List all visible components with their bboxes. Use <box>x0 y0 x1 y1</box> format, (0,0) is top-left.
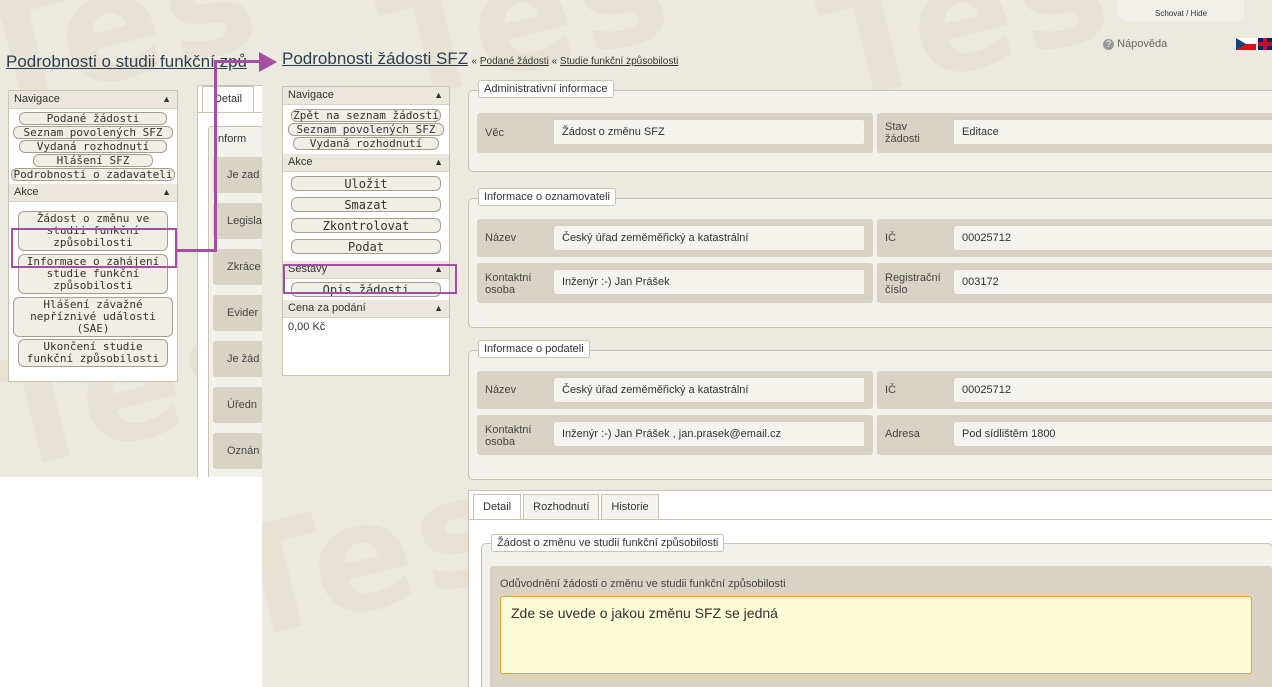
help-link[interactable]: ? Nápověda <box>1103 38 1167 50</box>
submitter-address-field[interactable]: Pod sídlištěm 1800 <box>953 421 1272 447</box>
notifier-reg-row: Registrační číslo 003172 <box>877 263 1272 303</box>
notifier-ic-row: IČ 00025712 <box>877 219 1272 257</box>
tab-bar: Detail Rozhodnutí Historie <box>473 494 661 519</box>
nav-sponsor-details[interactable]: Podrobnosti o zadavateli <box>11 168 175 181</box>
price-header[interactable]: Cena za podání ▲ <box>283 300 449 318</box>
delete-button[interactable]: Smazat <box>291 197 441 212</box>
notifier-contact-field[interactable]: Inženýr :-) Jan Prášek <box>553 269 865 295</box>
nav-issued-decisions[interactable]: Vydaná rozhodnutí <box>19 140 167 153</box>
issued-decisions-button[interactable]: Vydaná rozhodnutí <box>293 137 439 150</box>
czech-flag-icon[interactable] <box>1236 38 1256 50</box>
right-screenshot: Tes Tes Tes Schovat / Hide ? Nápověda Po… <box>262 0 1272 687</box>
request-legend: Žádost o změnu ve studii funkční způsobi… <box>491 534 725 552</box>
tab-detail[interactable]: Detail <box>202 86 254 113</box>
detail-panel: Detail Rozhodnutí Historie Odůvodnění žá… <box>468 490 1272 687</box>
state-row: Stav žádosti Editace <box>877 113 1272 153</box>
english-flag-icon[interactable] <box>1258 38 1272 50</box>
submitter-fieldset: Název Český úřad zeměměřický a katastrál… <box>468 350 1272 480</box>
tab-detail[interactable]: Detail <box>473 494 522 519</box>
sidebar: Navigace ▲ Zpět na seznam žádostí Seznam … <box>282 86 450 376</box>
collapse-icon[interactable]: ▲ <box>434 154 443 171</box>
notifier-name-field[interactable]: Český úřad zeměměřický a katastrální <box>553 225 865 251</box>
submitter-contact-field[interactable]: Inženýr :-) Jan Prášek , jan.prasek@emai… <box>553 421 865 447</box>
submitter-name-row: Název Český úřad zeměměřický a katastrál… <box>477 371 873 409</box>
actions-header[interactable]: Akce ▲ <box>9 184 177 202</box>
subject-field[interactable]: Žádost o změnu SFZ <box>553 119 865 145</box>
action-end-study[interactable]: Ukončení studie funkční způsobilosti <box>18 339 168 367</box>
detail-panel: Detail Inform Je zad Legisla Zkráce Evid… <box>197 85 262 477</box>
admin-legend: Administrativní informace <box>478 80 614 98</box>
notifier-reg-field[interactable]: 003172 <box>953 269 1272 295</box>
page-title[interactable]: Podrobnosti žádosti SFZ <box>282 49 468 68</box>
row: Je žád <box>213 341 262 377</box>
actions-header[interactable]: Akce ▲ <box>283 154 449 172</box>
nav-submitted-requests[interactable]: Podané žádosti <box>19 112 167 125</box>
connector-line <box>214 60 262 63</box>
row: Úředn <box>213 387 262 423</box>
page-header: Podrobnosti žádosti SFZ « Podané žádosti… <box>282 49 678 69</box>
page-title[interactable]: Podrobnosti o studii funkční způ <box>6 52 247 72</box>
connector-line <box>214 62 217 252</box>
row: Oznán <box>213 433 262 469</box>
tab-decisions[interactable]: Rozhodnutí <box>523 494 600 519</box>
save-button[interactable]: Uložit <box>291 176 441 191</box>
breadcrumb: « Podané žádosti « Studie funkční způsob… <box>471 56 679 67</box>
subject-row: Věc Žádost o změnu SFZ <box>477 113 873 153</box>
notifier-name-row: Název Český úřad zeměměřický a katastrál… <box>477 219 873 257</box>
state-field[interactable]: Editace <box>953 119 1272 145</box>
row: Zkráce <box>213 249 262 285</box>
nav-sfz-reports[interactable]: Hlášení SFZ <box>33 154 153 167</box>
back-to-list-button[interactable]: Zpět na seznam žádostí <box>291 109 441 122</box>
notifier-legend: Informace o oznamovateli <box>478 188 616 206</box>
arrow-right-icon <box>259 52 277 72</box>
submitter-address-row: Adresa Pod sídlištěm 1800 <box>877 415 1272 455</box>
fieldset-label: Inform <box>215 133 247 145</box>
submitter-ic-field[interactable]: 00025712 <box>953 377 1272 403</box>
notifier-fieldset: Název Český úřad zeměměřický a katastrál… <box>468 198 1272 328</box>
collapse-icon[interactable]: ▲ <box>434 300 443 317</box>
submitter-ic-row: IČ 00025712 <box>877 371 1272 409</box>
help-icon: ? <box>1103 39 1114 50</box>
admin-fieldset: Věc Žádost o změnu SFZ Stav žádosti Edit… <box>468 90 1272 172</box>
connector-line <box>177 249 216 252</box>
request-fieldset: Odůvodnění žádosti o změnu ve studii fun… <box>481 543 1272 687</box>
submitter-name-field[interactable]: Český úřad zeměměřický a katastrální <box>553 377 865 403</box>
collapse-icon[interactable]: ▲ <box>162 184 171 201</box>
collapse-icon[interactable]: ▲ <box>162 91 171 108</box>
highlight-box-submit <box>283 264 457 294</box>
row: Legisla <box>213 203 262 239</box>
breadcrumb-study[interactable]: Studie funkční způsobilosti <box>560 56 678 67</box>
notifier-contact-row: Kontaktní osoba Inženýr :-) Jan Prášek <box>477 263 873 303</box>
row: Evider <box>213 295 262 331</box>
row: Je zad <box>213 157 262 193</box>
submit-button[interactable]: Podat <box>291 239 441 254</box>
notifier-ic-field[interactable]: 00025712 <box>953 225 1272 251</box>
hide-button[interactable]: Schovat / Hide <box>1118 0 1244 22</box>
allowed-sfz-button[interactable]: Seznam povolených SFZ <box>288 123 444 136</box>
submitter-contact-row: Kontaktní osoba Inženýr :-) Jan Prášek ,… <box>477 415 873 455</box>
check-button[interactable]: Zkontrolovat <box>291 218 441 233</box>
action-sae-report[interactable]: Hlášení závažné nepříznivé události (SAE… <box>13 297 173 337</box>
highlight-box-change-request <box>11 228 177 268</box>
submitter-legend: Informace o podateli <box>478 340 590 358</box>
tab-history[interactable]: Historie <box>601 494 659 519</box>
collapse-icon[interactable]: ▲ <box>434 87 443 104</box>
reason-row: Odůvodnění žádosti o změnu ve studii fun… <box>490 566 1272 687</box>
price-value: 0,00 Kč <box>288 321 326 333</box>
reason-textarea[interactable]: Zde se uvede o jakou změnu SFZ se jedná <box>500 596 1252 674</box>
navigation-header[interactable]: Navigace ▲ <box>9 91 177 109</box>
navigation-header[interactable]: Navigace ▲ <box>283 87 449 105</box>
breadcrumb-submitted-requests[interactable]: Podané žádosti <box>480 56 549 67</box>
nav-allowed-sfz[interactable]: Seznam povolených SFZ <box>13 126 173 139</box>
